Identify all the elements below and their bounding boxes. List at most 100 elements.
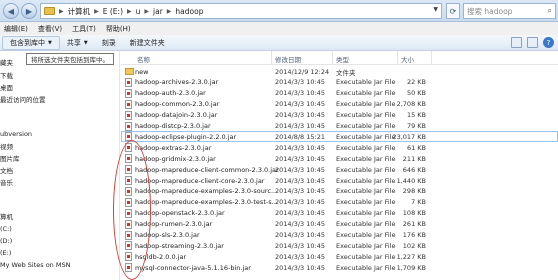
- jar-file-icon: [125, 99, 132, 109]
- file-row[interactable]: hadoop-mapreduce-client-core-2.3.0.jar 20…: [121, 175, 558, 186]
- search-icon[interactable]: ⌕: [548, 6, 552, 16]
- file-row[interactable]: hadoop-mapreduce-client-common-2.3.0.jar…: [121, 164, 558, 175]
- preview-pane-icon[interactable]: [527, 37, 538, 48]
- file-row[interactable]: hadoop-extras-2.3.0.jar 2014/3/3 10:45 Exe…: [121, 142, 558, 153]
- breadcrumb-item-u[interactable]: u: [136, 7, 141, 16]
- breadcrumb[interactable]: ▶ 计算机 ▶ E (E:) ▶ u ▶ jar ▶ hadoop ▼: [40, 3, 442, 19]
- file-row[interactable]: hadoop-openstack-2.3.0.jar 2014/3/3 10:45…: [121, 208, 558, 219]
- sidebar-item-drive-d[interactable]: (D:): [0, 235, 12, 246]
- jar-file-icon: [125, 143, 132, 153]
- burn-button[interactable]: 刻录: [95, 36, 123, 50]
- file-date: 2014/3/3 10:45: [275, 89, 325, 98]
- jar-file-icon: [125, 121, 132, 131]
- file-row[interactable]: hadoop-mapreduce-examples-2.3.0-sourc...…: [121, 186, 558, 197]
- folder-icon: [44, 7, 55, 15]
- file-name: hadoop-eclipse-plugin-2.2.0.jar: [135, 132, 237, 141]
- menu-tools[interactable]: 工具(T): [72, 24, 96, 34]
- menu-edit[interactable]: 编辑(E): [4, 24, 28, 34]
- file-row[interactable]: hadoop-rumen-2.3.0.jar 2014/3/3 10:45 Exec…: [121, 219, 558, 230]
- file-row[interactable]: hadoop-archives-2.3.0.jar 2014/3/3 10:45 E…: [121, 77, 558, 88]
- file-type: Executable Jar File: [336, 263, 396, 272]
- file-size: 15 KB: [406, 111, 426, 120]
- include-in-library-button[interactable]: 包含到库中 ▼: [2, 35, 60, 50]
- file-type: Executable Jar File: [336, 111, 396, 120]
- menu-help[interactable]: 帮助(H): [106, 24, 131, 34]
- file-type: Executable Jar File: [336, 241, 396, 250]
- file-row[interactable]: hadoop-streaming-2.3.0.jar 2014/3/3 10:45…: [121, 240, 558, 251]
- help-icon[interactable]: ?: [543, 37, 554, 48]
- file-size: 23,017 KB: [392, 132, 426, 141]
- file-type: Executable Jar File: [336, 89, 396, 98]
- share-label: 共享: [66, 38, 81, 47]
- sidebar-item-drive-e[interactable]: (E:): [0, 247, 11, 258]
- file-size: 7 KB: [411, 198, 426, 207]
- share-button[interactable]: 共享 ▼: [60, 36, 95, 50]
- breadcrumb-item-jar[interactable]: jar: [153, 7, 163, 16]
- jar-file-icon: [125, 197, 132, 207]
- jar-file-icon: [125, 252, 132, 262]
- file-type: Executable Jar File: [336, 220, 396, 229]
- file-row[interactable]: hadoop-gridmix-2.3.0.jar 2014/3/3 10:45 Ex…: [121, 153, 558, 164]
- file-date: 2014/3/3 10:45: [275, 209, 325, 218]
- tooltip: 将所选文件夹包括到库中。: [26, 53, 114, 65]
- file-row[interactable]: hadoop-auth-2.3.0.jar 2014/3/3 10:45 Execu…: [121, 88, 558, 99]
- sidebar-item-subversion[interactable]: ubversion: [0, 128, 32, 139]
- file-row[interactable]: mysql-connector-java-5.1.16-bin.jar 2014/…: [121, 262, 558, 273]
- file-row[interactable]: hadoop-datajoin-2.3.0.jar 2014/3/3 10:45 E…: [121, 110, 558, 121]
- jar-file-icon: [125, 176, 132, 185]
- file-name: hadoop-archives-2.3.0.jar: [135, 78, 219, 87]
- file-date: 2014/12/9 12:24: [275, 67, 330, 76]
- file-row[interactable]: hadoop-distcp-2.3.0.jar 2014/3/3 10:45 Exe…: [121, 121, 558, 132]
- sidebar-item-drive-c[interactable]: (C:): [0, 223, 12, 234]
- file-row[interactable]: new 2014/12/9 12:24 文件夹: [121, 66, 558, 77]
- file-size: 22 KB: [406, 78, 426, 87]
- sidebar-item-pictures[interactable]: 图片库: [0, 152, 20, 163]
- column-type[interactable]: 类型: [336, 54, 349, 64]
- sidebar-item-desktop[interactable]: 桌面: [0, 81, 13, 92]
- breadcrumb-item-drive[interactable]: E (E:): [103, 7, 123, 16]
- sidebar-item-documents[interactable]: 文档: [0, 164, 13, 175]
- file-row[interactable]: hadoop-eclipse-plugin-2.2.0.jar 2014/8/8 …: [121, 131, 558, 143]
- file-row[interactable]: hsqldb-2.0.0.jar 2014/3/3 10:45 Executable…: [121, 251, 558, 262]
- menu-view[interactable]: 查看(V): [38, 24, 62, 34]
- search-input[interactable]: 搜索 hadoop ⌕: [463, 3, 556, 19]
- file-type: Executable Jar File: [336, 132, 396, 141]
- file-name: hadoop-common-2.3.0.jar: [135, 100, 220, 109]
- jar-file-icon: [125, 219, 132, 229]
- sidebar-item-music[interactable]: 音乐: [0, 176, 13, 187]
- file-name: hadoop-mapreduce-client-common-2.3.0.jar: [135, 165, 279, 174]
- sidebar-item-recent[interactable]: 最近访问的位置: [0, 93, 46, 104]
- breadcrumb-item-computer[interactable]: 计算机: [68, 6, 91, 17]
- file-name: hadoop-extras-2.3.0.jar: [135, 143, 212, 152]
- file-name: hadoop-gridmix-2.3.0.jar: [135, 154, 216, 163]
- column-name[interactable]: 名称: [137, 54, 150, 64]
- file-size: 1,709 KB: [396, 263, 426, 272]
- refresh-button[interactable]: ⟳: [446, 3, 460, 19]
- column-size[interactable]: 大小: [401, 54, 414, 64]
- jar-file-icon: [125, 186, 132, 196]
- file-size: 50 KB: [406, 89, 426, 98]
- sidebar-item-msn[interactable]: My Web Sites on MSN: [0, 259, 70, 270]
- file-row[interactable]: hadoop-mapreduce-examples-2.3.0-test-s..…: [121, 197, 558, 208]
- breadcrumb-item-hadoop[interactable]: hadoop: [175, 7, 203, 16]
- sidebar-item-favorites[interactable]: 藏夹: [0, 56, 13, 67]
- file-type: Executable Jar File: [336, 165, 396, 174]
- sidebar-item-downloads[interactable]: 下载: [0, 69, 13, 80]
- file-row[interactable]: hadoop-sls-2.3.0.jar 2014/3/3 10:45 Execut…: [121, 230, 558, 241]
- sidebar-item-videos[interactable]: 视频: [0, 140, 13, 151]
- column-date[interactable]: 修改日期: [275, 54, 301, 64]
- burn-label: 刻录: [101, 38, 116, 47]
- back-button[interactable]: ◀: [3, 3, 19, 19]
- file-type: Executable Jar File: [336, 252, 396, 261]
- file-date: 2014/3/3 10:45: [275, 187, 325, 196]
- jar-file-icon: [125, 77, 132, 87]
- jar-file-icon: [125, 263, 132, 273]
- jar-file-icon: [125, 230, 132, 240]
- chevron-right-icon: ▶: [127, 7, 132, 15]
- new-folder-button[interactable]: 新建文件夹: [123, 36, 172, 50]
- sidebar-item-computer[interactable]: 算机: [0, 210, 13, 221]
- view-options-icon[interactable]: [511, 37, 522, 48]
- file-row[interactable]: hadoop-common-2.3.0.jar 2014/3/3 10:45 Exe…: [121, 99, 558, 110]
- chevron-down-icon[interactable]: ▼: [433, 6, 438, 13]
- forward-button[interactable]: ▶: [21, 3, 37, 19]
